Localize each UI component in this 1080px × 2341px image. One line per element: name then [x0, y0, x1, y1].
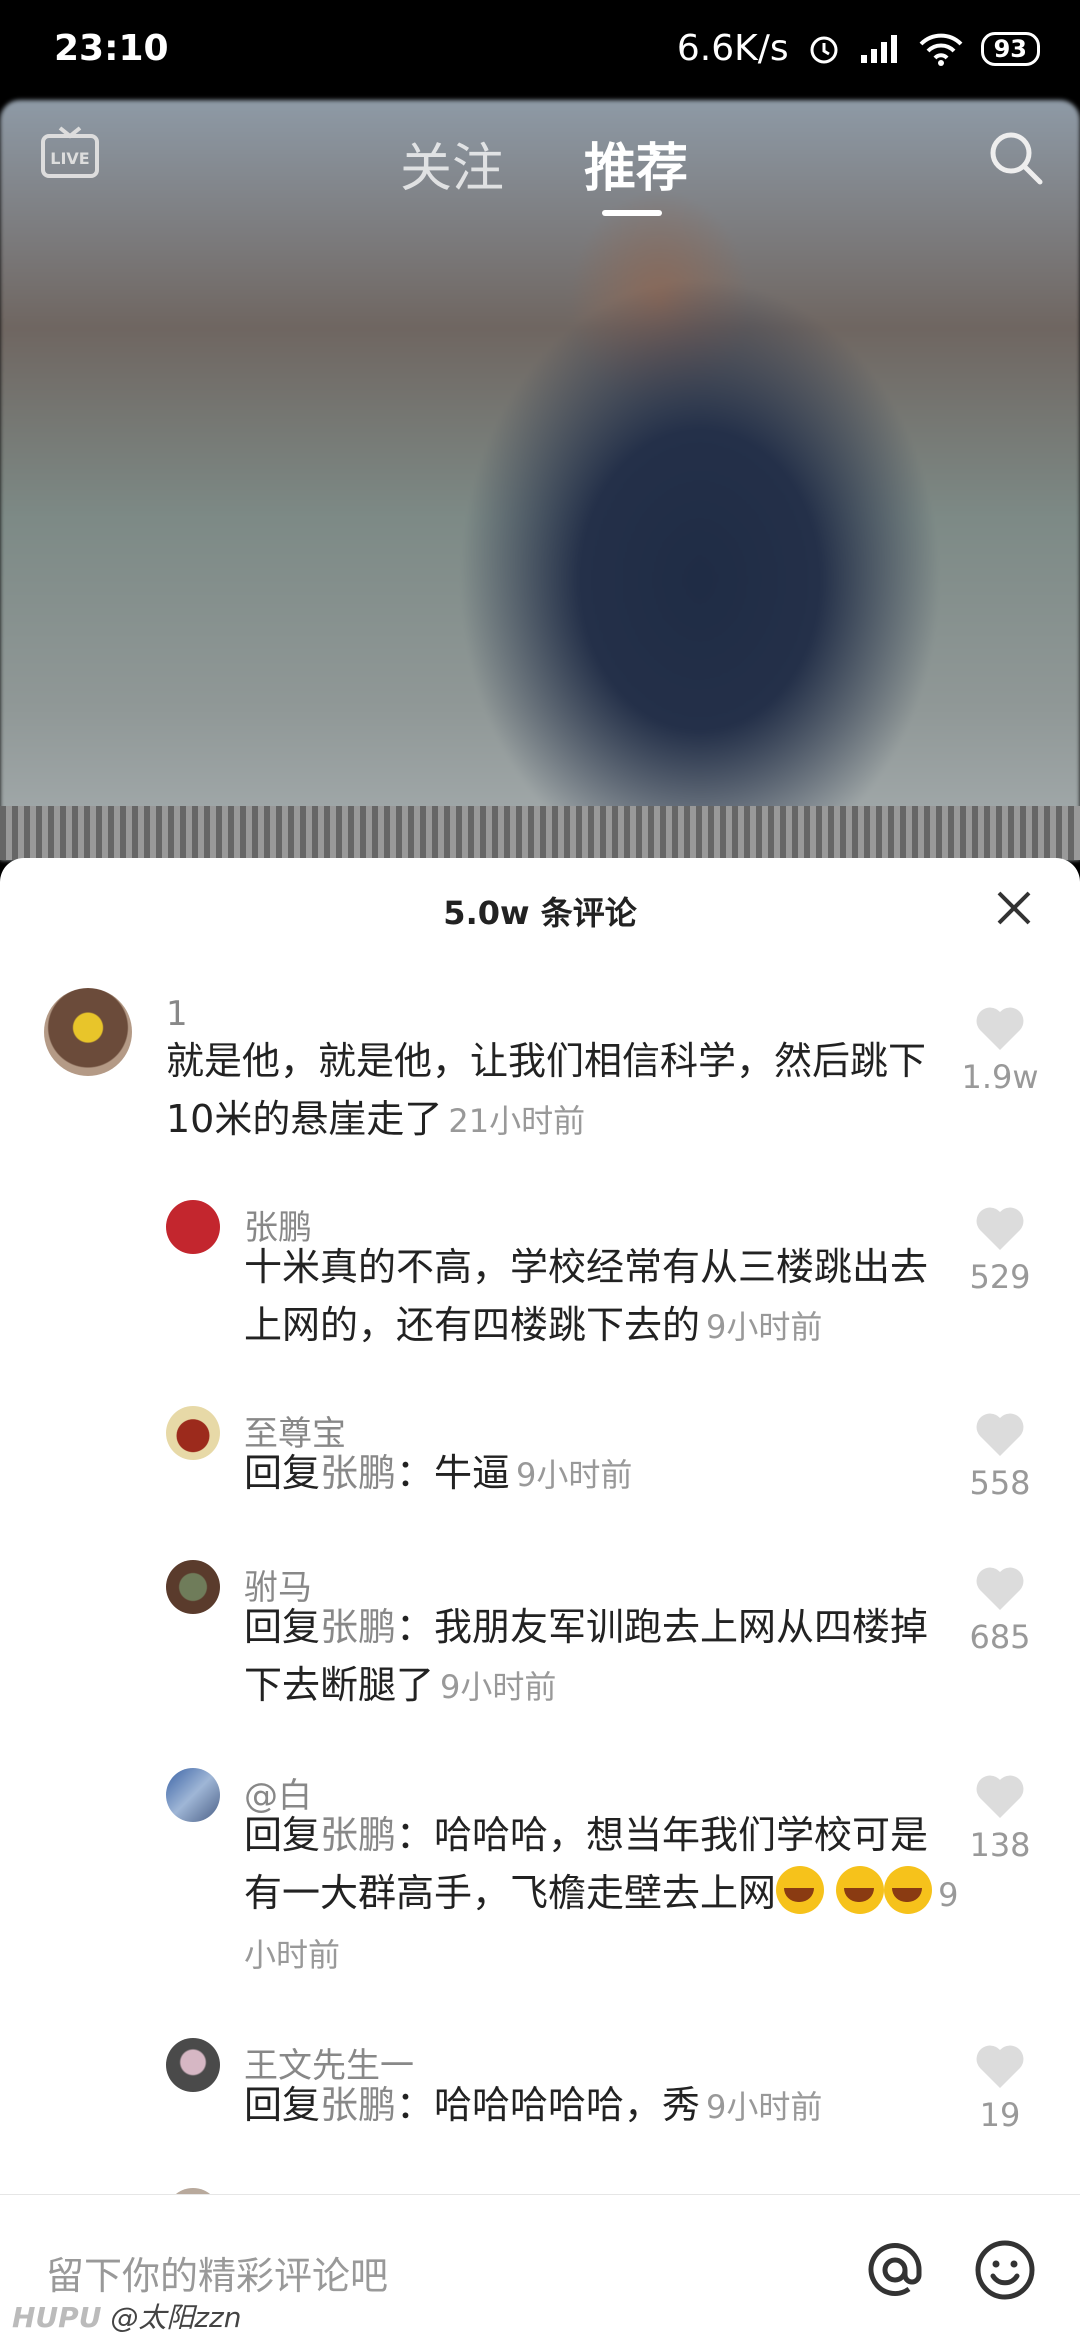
comment-count-title: 5.0w 条评论	[443, 894, 637, 932]
like-button[interactable]: 529	[950, 1204, 1050, 1296]
comment-body: ：哈哈哈哈哈，秀	[396, 2083, 701, 2127]
live-icon[interactable]: LIVE	[40, 126, 100, 180]
comment-text: 回复张鹏：哈哈哈哈哈，秀 9小时前	[244, 2076, 960, 2136]
reply-to-user[interactable]: 张鹏	[320, 1451, 396, 1495]
heart-icon	[976, 1413, 1024, 1456]
video-next-preview	[0, 806, 1080, 860]
status-right: 6.6K/s 93	[677, 28, 1040, 69]
like-button[interactable]: 138	[950, 1772, 1050, 1864]
emoji-icon[interactable]	[974, 2239, 1036, 2301]
avatar[interactable]	[166, 1560, 220, 1614]
like-button[interactable]: 558	[950, 1410, 1050, 1502]
like-count: 558	[969, 1464, 1031, 1502]
comment-time: 9小时前	[516, 1456, 633, 1494]
avatar[interactable]	[166, 1406, 220, 1460]
avatar[interactable]	[166, 1200, 220, 1254]
top-navigation: LIVE 关注 推荐	[0, 120, 1080, 230]
reply-prefix: 回复	[244, 1813, 321, 1857]
comment-text: 回复张鹏：牛逼 9小时前	[244, 1444, 960, 1504]
signal-icon	[860, 34, 897, 63]
like-count: 1.9w	[961, 1058, 1039, 1096]
rofl-emoji-icon	[776, 1866, 825, 1914]
search-icon[interactable]	[986, 128, 1046, 188]
reply-to-user[interactable]: 张鹏	[320, 2083, 396, 2127]
comment-username[interactable]: 1	[166, 994, 188, 1034]
battery-indicator: 93	[980, 31, 1040, 66]
like-count: 19	[979, 2096, 1021, 2134]
status-time: 23:10	[54, 28, 169, 69]
comment-text: 十米真的不高，学校经常有从三楼跳出去上网的，还有四楼跳下去的 9小时前	[244, 1238, 960, 1356]
alarm-icon	[810, 36, 838, 63]
comment-body: ：牛逼	[396, 1451, 511, 1495]
comment-body: 十米真的不高，学校经常有从三楼跳出去上网的，还有四楼跳下去的	[244, 1245, 929, 1347]
watermark: HUPU @太阳zzn	[12, 2296, 242, 2336]
avatar[interactable]	[44, 988, 132, 1076]
comment-text: 回复张鹏：我朋友军训跑去上网从四楼掉下去断腿了 9小时前	[244, 1598, 960, 1716]
rofl-emoji-icon	[836, 1866, 885, 1914]
at-icon[interactable]	[864, 2239, 926, 2301]
heart-icon	[976, 1007, 1024, 1050]
comment-input[interactable]: 留下你的精彩评论吧	[46, 2245, 388, 2300]
tab-recommend[interactable]: 推荐	[584, 126, 688, 201]
comment-time: 9小时前	[440, 1668, 557, 1706]
status-bar: 23:10 6.6K/s 93	[0, 0, 1080, 100]
heart-icon	[976, 2045, 1024, 2088]
close-icon[interactable]	[994, 888, 1034, 928]
like-count: 529	[969, 1258, 1031, 1296]
tab-follow[interactable]: 关注	[400, 126, 504, 201]
reply-to-user[interactable]: 张鹏	[320, 1605, 396, 1649]
watermark-handle: @太阳zzn	[110, 2301, 242, 2334]
reply-prefix: 回复	[244, 1451, 321, 1495]
comment-time: 9小时前	[706, 1308, 823, 1346]
comment-time: 9小时前	[706, 2088, 823, 2126]
svg-text:LIVE: LIVE	[50, 149, 89, 168]
network-speed: 6.6K/s	[676, 28, 789, 69]
like-count: 685	[969, 1618, 1031, 1656]
like-count: 138	[969, 1826, 1031, 1864]
reply-to-user[interactable]: 张鹏	[320, 1813, 396, 1857]
comment-time: 21小时前	[448, 1102, 586, 1140]
reply-prefix: 回复	[244, 2083, 321, 2127]
avatar[interactable]	[166, 2038, 220, 2092]
heart-icon	[976, 1567, 1024, 1610]
avatar[interactable]	[166, 1768, 220, 1822]
heart-icon	[976, 1775, 1024, 1818]
watermark-brand: HUPU	[12, 2301, 102, 2334]
like-button[interactable]: 1.9w	[950, 1004, 1050, 1096]
heart-icon	[976, 1207, 1024, 1250]
like-button[interactable]: 19	[950, 2042, 1050, 2134]
rofl-emoji-icon	[884, 1866, 933, 1914]
comment-text: 回复张鹏：哈哈哈，想当年我们学校可是有一大群高手，飞檐走壁去上网 9小时前	[244, 1806, 960, 1984]
reply-prefix: 回复	[244, 1605, 321, 1649]
like-button[interactable]: 685	[950, 1564, 1050, 1656]
comment-text: 就是他，就是他，让我们相信科学，然后跳下10米的悬崖走了 21小时前	[166, 1032, 956, 1150]
comment-sheet: 5.0w 条评论 1 就是他，就是他，让我们相信科学，然后跳下10米的悬崖走了 2…	[0, 858, 1080, 2340]
tab-active-indicator	[602, 210, 662, 216]
wifi-icon	[919, 33, 963, 66]
